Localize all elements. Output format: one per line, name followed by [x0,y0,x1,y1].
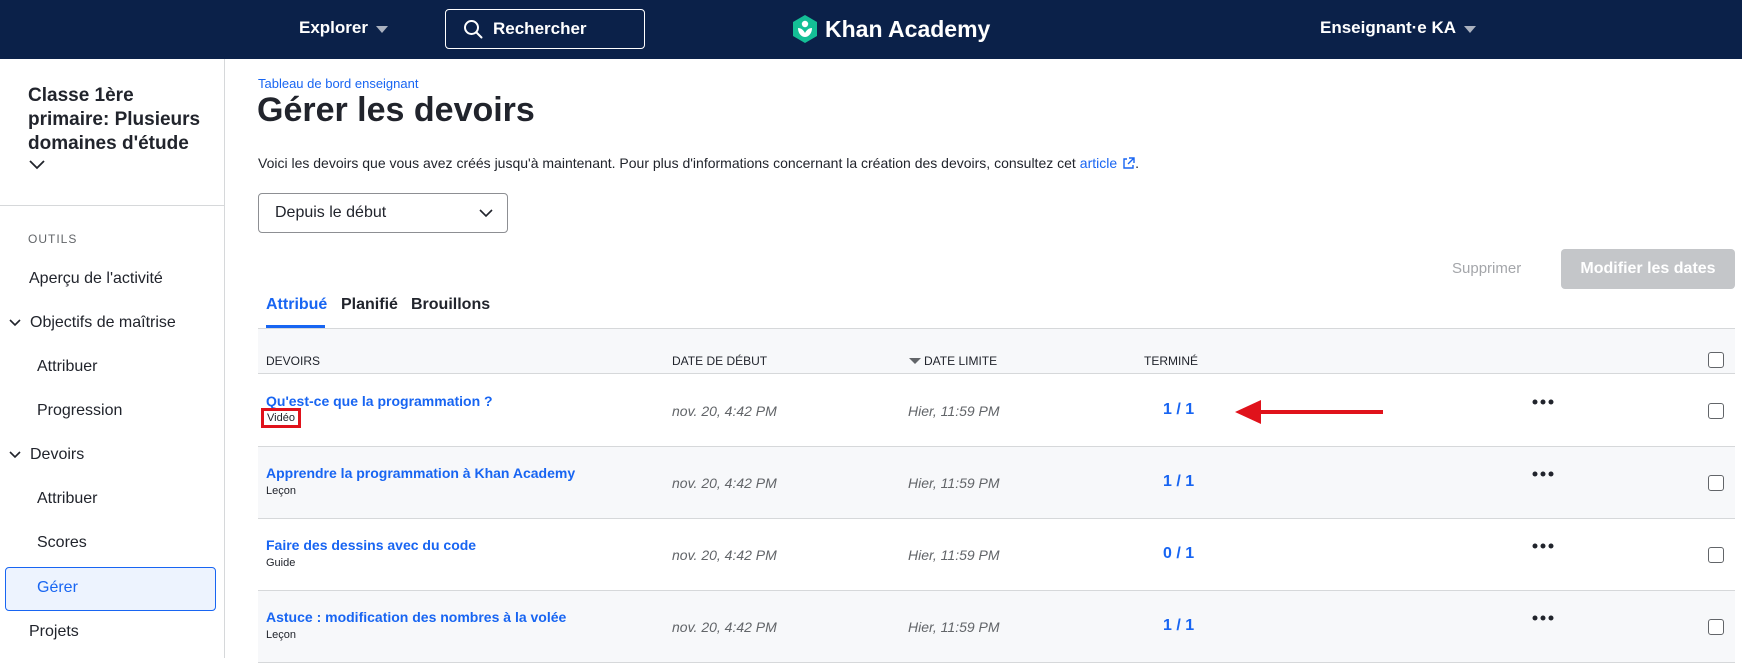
header-label: DATE LIMITE [924,354,998,368]
article-link[interactable]: article [1080,155,1117,171]
annotation-arrow-icon [1235,400,1383,424]
completed-count[interactable]: 1 / 1 [1163,617,1194,635]
breadcrumb[interactable]: Tableau de bord enseignant [258,76,418,91]
header-start-date[interactable]: DATE DE DÉBUT [672,354,767,368]
row-checkbox[interactable] [1708,403,1724,419]
table-row: Astuce : modification des nombres à la v… [258,591,1735,663]
tab-scheduled[interactable]: Planifié [341,296,398,314]
khan-academy-logo[interactable]: Khan Academy [791,14,990,44]
page-description: Voici les devoirs que vous avez créés ju… [258,155,1139,171]
due-date: Hier, 11:59 PM [908,403,1000,419]
start-date: nov. 20, 4:42 PM [672,619,777,635]
more-options-icon[interactable] [1532,399,1554,405]
sidebar-item-label: Objectifs de maîtrise [30,314,176,331]
top-nav: Explorer Rechercher Khan Academy Enseign… [0,0,1742,59]
description-end: . [1135,155,1140,171]
caret-down-icon [375,25,388,33]
chevron-down-icon [9,451,21,459]
sidebar-item-scores[interactable]: Scores [37,534,87,552]
assignment-type: Vidéo [261,408,301,428]
sidebar-item-assignments[interactable]: Devoirs [9,446,84,464]
sort-descending-icon [909,358,921,364]
description-text: Voici les devoirs que vous avez créés ju… [258,155,1076,171]
header-assignment[interactable]: DEVOIRS [266,354,320,368]
more-options-icon[interactable] [1532,615,1554,621]
sidebar-item-activity[interactable]: Aperçu de l'activité [29,270,163,288]
page-title: Gérer les devoirs [257,91,535,129]
sidebar-item-label: Aperçu de l'activité [29,270,163,287]
assignment-title[interactable]: Qu'est-ce que la programmation ? [266,393,493,409]
header-completed[interactable]: TERMINÉ [1144,354,1198,368]
assignment-title[interactable]: Astuce : modification des nombres à la v… [266,609,566,625]
header-label: TERMINÉ [1144,354,1198,368]
chevron-down-icon[interactable] [28,158,46,176]
header-due-date[interactable]: DATE LIMITE [909,354,997,368]
sidebar-item-mastery-assign[interactable]: Attribuer [37,358,97,376]
explore-label: Explorer [299,18,368,37]
table-row: Faire des dessins avec du code Guide nov… [258,519,1735,591]
due-date: Hier, 11:59 PM [908,547,1000,563]
start-date: nov. 20, 4:42 PM [672,403,777,419]
more-options-icon[interactable] [1532,471,1554,477]
assignment-type: Leçon [266,485,296,497]
sidebar-item-label: Gérer [37,579,78,596]
due-date: Hier, 11:59 PM [908,475,1000,491]
header-label: DEVOIRS [266,354,321,368]
delete-button[interactable]: Supprimer [1452,260,1521,277]
completed-count[interactable]: 1 / 1 [1163,401,1194,419]
sidebar-item-label: Attribuer [37,490,98,507]
sidebar-item-assignments-assign[interactable]: Attribuer [37,490,97,508]
external-link-icon[interactable] [1122,156,1135,170]
table-header: DEVOIRS DATE DE DÉBUT DATE LIMITE TERMIN… [258,329,1735,374]
logo-text: Khan Academy [825,15,991,42]
sidebar-item-progress[interactable]: Progression [37,402,122,420]
due-date: Hier, 11:59 PM [908,619,1000,635]
completed-count[interactable]: 0 / 1 [1163,545,1194,563]
tab-assigned[interactable]: Attribué [266,296,327,314]
chevron-down-icon [479,208,493,217]
sidebar-item-label: Devoirs [30,446,85,463]
tab-drafts[interactable]: Brouillons [411,296,490,314]
search-box[interactable]: Rechercher [445,9,645,49]
khan-logo-icon [793,15,817,43]
row-checkbox[interactable] [1708,619,1724,635]
tools-label: OUTILS [28,232,78,246]
table-row: Apprendre la programmation à Khan Academ… [258,447,1735,519]
sidebar-item-mastery[interactable]: Objectifs de maîtrise [9,314,176,332]
sidebar-item-label: Attribuer [37,358,98,375]
header-label: DATE DE DÉBUT [672,354,768,368]
start-date: nov. 20, 4:42 PM [672,547,777,563]
user-menu[interactable]: Enseignant·e KA [1320,18,1477,38]
row-checkbox[interactable] [1708,547,1724,563]
assignment-title[interactable]: Apprendre la programmation à Khan Academ… [266,465,575,481]
select-all-checkbox[interactable] [1708,352,1724,368]
user-label: Enseignant·e KA [1320,18,1457,37]
class-title: Classe 1ère primaire: Plusieurs domaines… [28,85,201,154]
more-options-icon[interactable] [1532,543,1554,549]
sidebar-item-projects[interactable]: Projets [29,623,79,641]
sidebar: Classe 1ère primaire: Plusieurs domaines… [0,59,225,658]
start-date: nov. 20, 4:42 PM [672,475,777,491]
search-icon [464,20,483,39]
sidebar-item-manage[interactable]: Gérer [37,579,78,597]
explore-menu[interactable]: Explorer [299,18,388,38]
sidebar-item-label: Projets [29,623,79,640]
sidebar-divider [0,205,225,206]
row-checkbox[interactable] [1708,475,1724,491]
table-row: Qu'est-ce que la programmation ? Vidéo n… [258,375,1735,447]
sidebar-item-label: Progression [37,402,123,419]
assignment-type: Leçon [266,629,296,641]
completed-count[interactable]: 1 / 1 [1163,473,1194,491]
edit-dates-button[interactable]: Modifier les dates [1561,249,1735,289]
caret-down-icon [1464,25,1477,33]
chevron-down-icon [9,319,21,327]
date-filter-value: Depuis le début [275,204,387,221]
search-label: Rechercher [493,19,587,38]
date-filter-select[interactable]: Depuis le début [258,193,508,233]
assignment-title[interactable]: Faire des dessins avec du code [266,537,476,553]
assignment-type: Guide [266,557,296,569]
sidebar-item-label: Scores [37,534,87,551]
